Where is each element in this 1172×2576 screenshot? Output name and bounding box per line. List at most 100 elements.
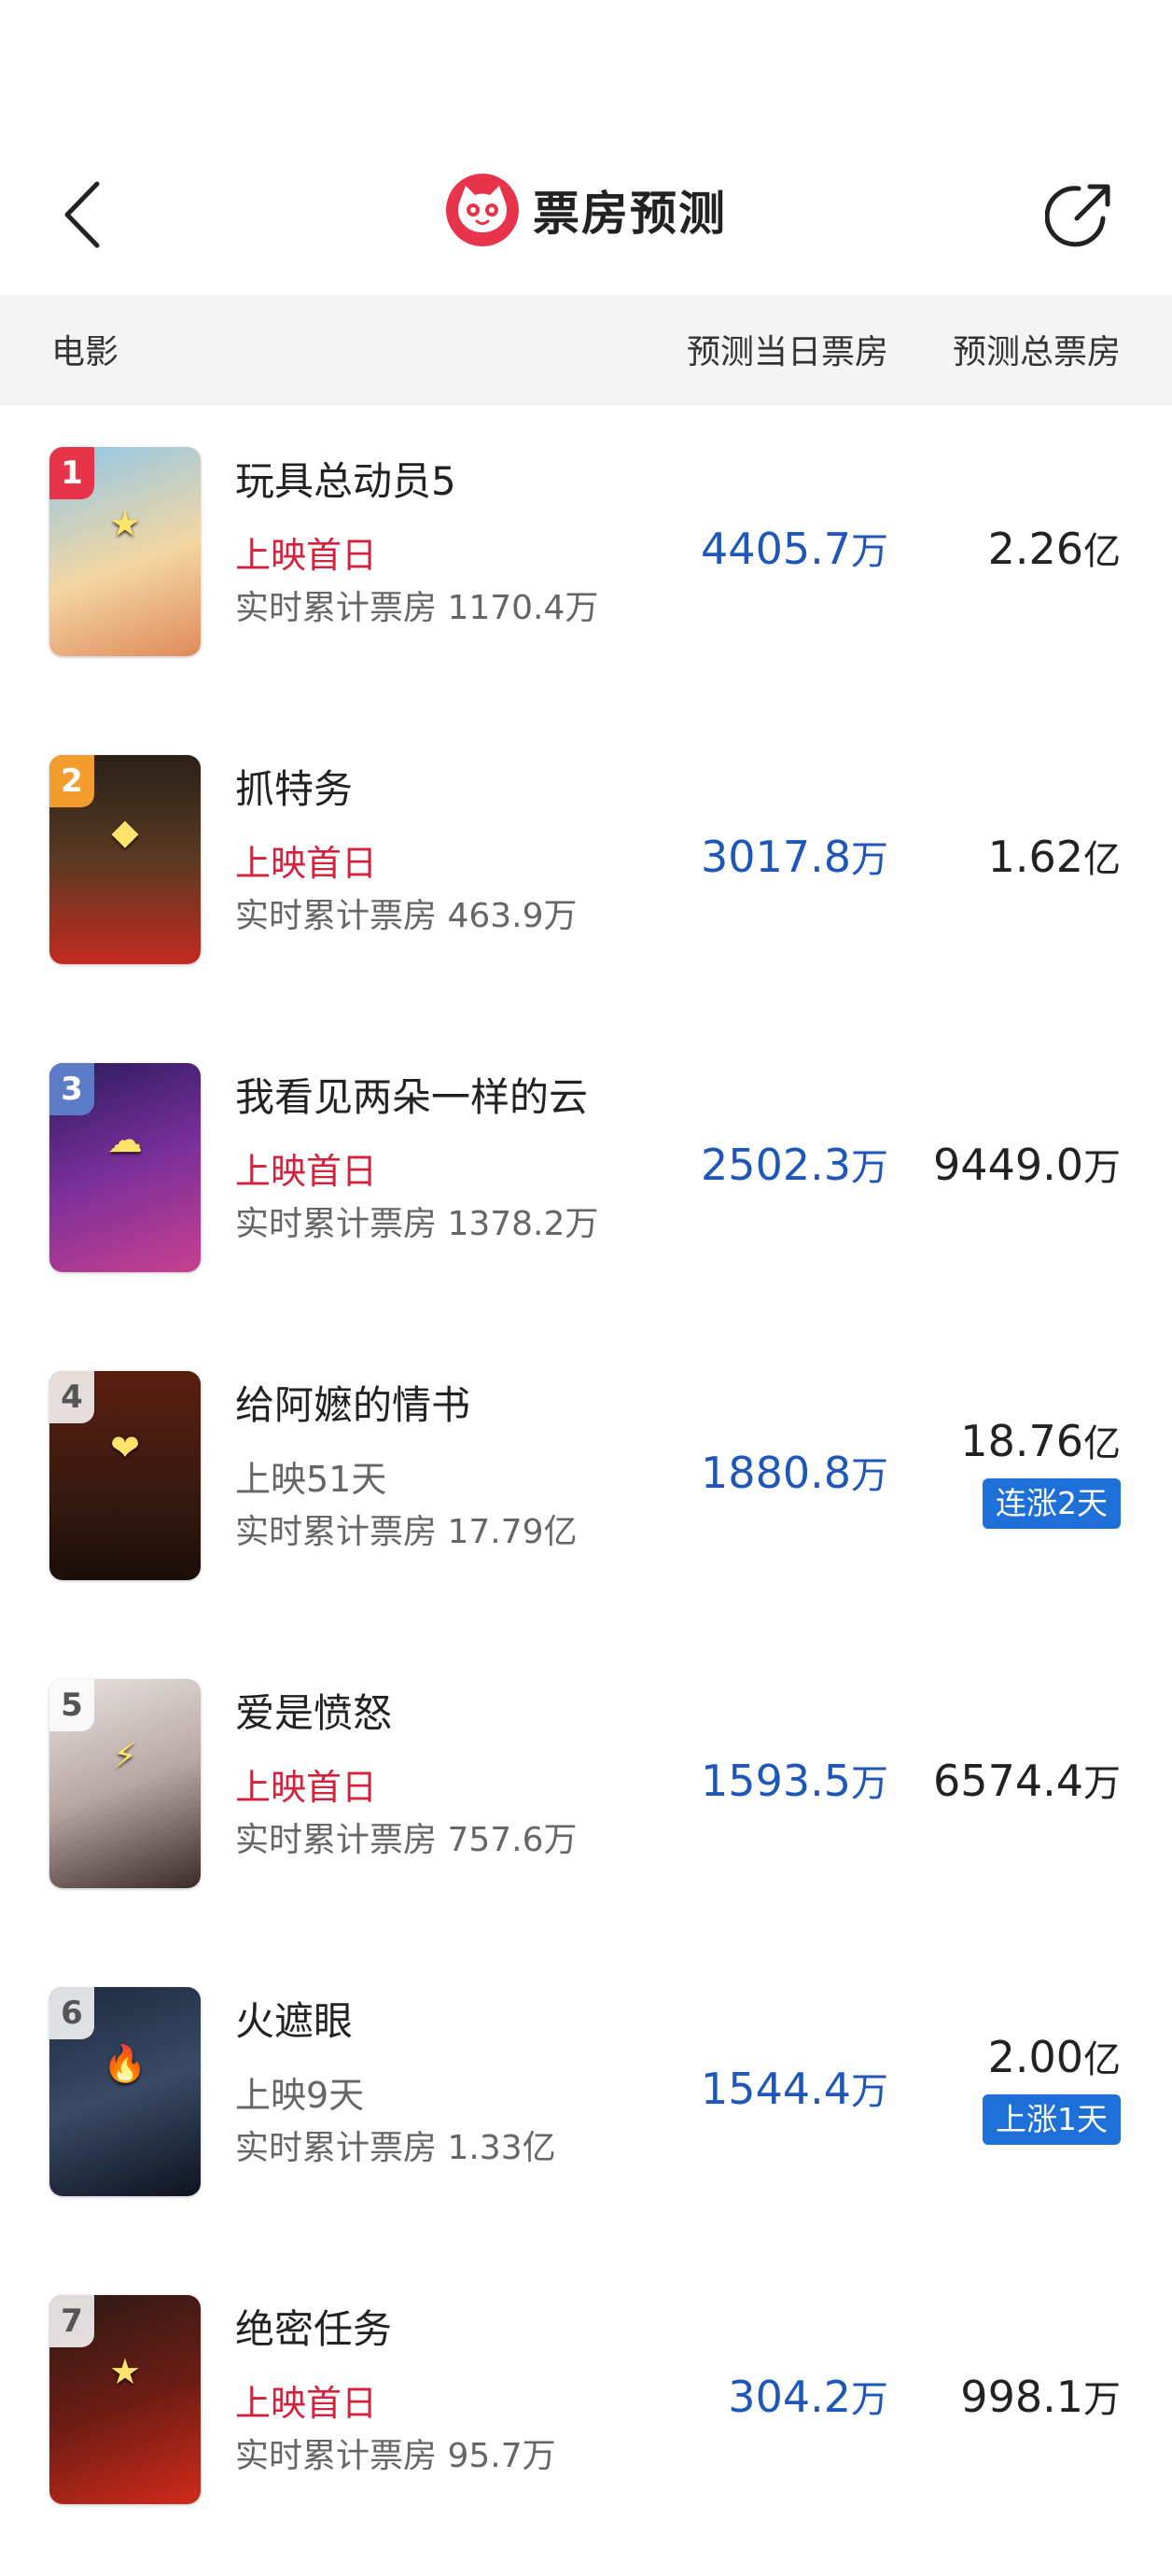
total-forecast-value: 2.26 bbox=[987, 524, 1083, 574]
trend-badge: 上涨1天 bbox=[983, 2094, 1121, 2145]
column-total-forecast[interactable]: 预测总票房 bbox=[953, 325, 1121, 373]
cumulative-box-office: 实时累计票房 1170.4万 bbox=[235, 589, 599, 627]
movie-title[interactable]: 玩具总动员5 bbox=[235, 450, 456, 507]
page-title: 票房预测 bbox=[533, 187, 727, 241]
movie-title[interactable]: 我看见两朵一样的云 bbox=[235, 1066, 588, 1123]
total-forecast: 2.26亿 bbox=[988, 521, 1121, 575]
movie-title[interactable]: 抓特务 bbox=[235, 758, 353, 815]
title-group: 票房预测 bbox=[0, 173, 1172, 247]
total-forecast-unit: 亿 bbox=[1083, 2038, 1121, 2081]
total-forecast: 998.1万 bbox=[960, 2369, 1121, 2423]
rank-badge: 5 bbox=[49, 1679, 94, 1731]
total-forecast-unit: 万 bbox=[1083, 1762, 1121, 1805]
poster-art: ★ bbox=[108, 2351, 142, 2392]
release-status: 上映9天 bbox=[235, 2075, 365, 2116]
total-forecast-value: 1.62 bbox=[987, 832, 1083, 882]
daily-forecast-unit: 万 bbox=[851, 1762, 888, 1805]
daily-forecast: 304.2万 bbox=[728, 2369, 888, 2423]
daily-forecast-value: 4405.7 bbox=[701, 524, 851, 574]
movie-poster[interactable]: ⚡ 5 bbox=[49, 1679, 201, 1888]
total-forecast: 18.76亿 bbox=[960, 1413, 1121, 1467]
movie-poster[interactable]: ◆ 2 bbox=[49, 755, 201, 964]
release-status: 上映首日 bbox=[235, 535, 378, 576]
daily-forecast: 1880.8万 bbox=[701, 1445, 888, 1499]
daily-forecast: 4405.7万 bbox=[701, 521, 888, 575]
cumulative-box-office: 实时累计票房 1378.2万 bbox=[235, 1205, 599, 1243]
movie-row[interactable]: ☁ 3 我看见两朵一样的云 上映首日 实时累计票房 1378.2万 2502.3… bbox=[0, 1021, 1172, 1329]
total-forecast-unit: 万 bbox=[1083, 1146, 1121, 1189]
daily-forecast-value: 1593.5 bbox=[701, 1756, 851, 1806]
daily-forecast-unit: 万 bbox=[851, 838, 888, 881]
daily-forecast-value: 1544.4 bbox=[701, 2064, 851, 2114]
rank-badge: 1 bbox=[49, 447, 94, 499]
daily-forecast-unit: 万 bbox=[851, 1146, 888, 1189]
poster-art: ❤ bbox=[110, 1427, 140, 1468]
daily-forecast-unit: 万 bbox=[851, 2378, 888, 2421]
movie-poster[interactable]: ☁ 3 bbox=[49, 1063, 201, 1272]
total-forecast: 6574.4万 bbox=[933, 1753, 1121, 1807]
rank-badge: 4 bbox=[49, 1371, 94, 1423]
rank-badge: 6 bbox=[49, 1987, 94, 2039]
daily-forecast-unit: 万 bbox=[851, 1454, 888, 1497]
movie-row[interactable]: ⚡ 5 爱是愤怒 上映首日 实时累计票房 757.6万 1593.5万 6574… bbox=[0, 1637, 1172, 1945]
movie-row[interactable]: ❤ 4 给阿嬷的情书 上映51天 实时累计票房 17.79亿 1880.8万 1… bbox=[0, 1329, 1172, 1637]
release-status: 上映首日 bbox=[235, 1151, 378, 1192]
total-forecast: 2.00亿 bbox=[988, 2029, 1121, 2083]
movie-row[interactable]: 🔥 6 火遮眼 上映9天 实时累计票房 1.33亿 1544.4万 2.00亿 … bbox=[0, 1945, 1172, 2253]
total-forecast-value: 6574.4 bbox=[933, 1756, 1083, 1806]
rank-badge: 2 bbox=[49, 755, 94, 807]
movie-row[interactable]: ★ 7 绝密任务 上映首日 实时累计票房 95.7万 304.2万 998.1万 bbox=[0, 2253, 1172, 2561]
total-forecast-unit: 亿 bbox=[1083, 1422, 1121, 1465]
movie-poster[interactable]: ★ 7 bbox=[49, 2295, 201, 2504]
daily-forecast-value: 2502.3 bbox=[701, 1140, 851, 1190]
cumulative-box-office: 实时累计票房 757.6万 bbox=[235, 1821, 578, 1859]
poster-art: ◆ bbox=[111, 811, 139, 852]
movie-row[interactable]: ◆ 2 抓特务 上映首日 实时累计票房 463.9万 3017.8万 1.62亿 bbox=[0, 713, 1172, 1021]
daily-forecast-value: 3017.8 bbox=[701, 832, 851, 882]
cumulative-box-office: 实时累计票房 95.7万 bbox=[235, 2437, 556, 2475]
total-forecast-unit: 亿 bbox=[1083, 530, 1121, 573]
trend-badge: 连涨2天 bbox=[983, 1478, 1121, 1529]
daily-forecast: 1544.4万 bbox=[701, 2061, 888, 2115]
total-forecast-value: 18.76 bbox=[960, 1416, 1083, 1466]
total-forecast: 1.62亿 bbox=[988, 829, 1121, 883]
poster-art: ⚡ bbox=[112, 1735, 138, 1776]
daily-forecast-value: 304.2 bbox=[728, 2372, 851, 2422]
poster-art: 🔥 bbox=[103, 2043, 147, 2084]
movie-row[interactable]: ★ 1 玩具总动员5 上映首日 实时累计票房 1170.4万 4405.7万 2… bbox=[0, 405, 1172, 713]
release-status: 上映首日 bbox=[235, 1767, 378, 1808]
movie-poster[interactable]: ★ 1 bbox=[49, 447, 201, 656]
rank-badge: 3 bbox=[49, 1063, 94, 1115]
top-bar: 票房预测 bbox=[0, 140, 1172, 280]
movie-title[interactable]: 绝密任务 bbox=[235, 2298, 392, 2355]
daily-forecast: 2502.3万 bbox=[701, 1137, 888, 1191]
total-forecast-unit: 万 bbox=[1083, 2378, 1121, 2421]
column-header: 电影 预测当日票房 预测总票房 bbox=[0, 295, 1172, 405]
movie-poster[interactable]: ❤ 4 bbox=[49, 1371, 201, 1580]
movie-title[interactable]: 火遮眼 bbox=[235, 1990, 353, 2047]
total-forecast-value: 998.1 bbox=[960, 2372, 1083, 2422]
share-arrow-icon[interactable] bbox=[1045, 177, 1120, 252]
column-daily-forecast[interactable]: 预测当日票房 bbox=[687, 325, 888, 373]
column-movie: 电影 bbox=[51, 333, 119, 371]
movie-title[interactable]: 爱是愤怒 bbox=[235, 1682, 392, 1739]
poster-art: ☁ bbox=[107, 1119, 143, 1160]
daily-forecast-value: 1880.8 bbox=[701, 1448, 851, 1498]
release-status: 上映51天 bbox=[235, 1459, 387, 1500]
rank-badge: 7 bbox=[49, 2295, 94, 2347]
daily-forecast-unit: 万 bbox=[851, 2070, 888, 2113]
daily-forecast-unit: 万 bbox=[851, 530, 888, 573]
total-forecast-unit: 亿 bbox=[1083, 838, 1121, 881]
daily-forecast: 3017.8万 bbox=[701, 829, 888, 883]
cumulative-box-office: 实时累计票房 463.9万 bbox=[235, 897, 578, 935]
cumulative-box-office: 实时累计票房 1.33亿 bbox=[235, 2129, 556, 2167]
movie-poster[interactable]: 🔥 6 bbox=[49, 1987, 201, 2196]
total-forecast: 9449.0万 bbox=[933, 1137, 1121, 1191]
poster-art: ★ bbox=[108, 503, 142, 544]
daily-forecast: 1593.5万 bbox=[701, 1753, 888, 1807]
movie-title[interactable]: 给阿嬷的情书 bbox=[235, 1374, 470, 1431]
maoyan-logo-icon bbox=[445, 173, 520, 247]
total-forecast-value: 2.00 bbox=[987, 2032, 1083, 2082]
share-button[interactable] bbox=[1045, 177, 1120, 252]
release-status: 上映首日 bbox=[235, 2383, 378, 2424]
